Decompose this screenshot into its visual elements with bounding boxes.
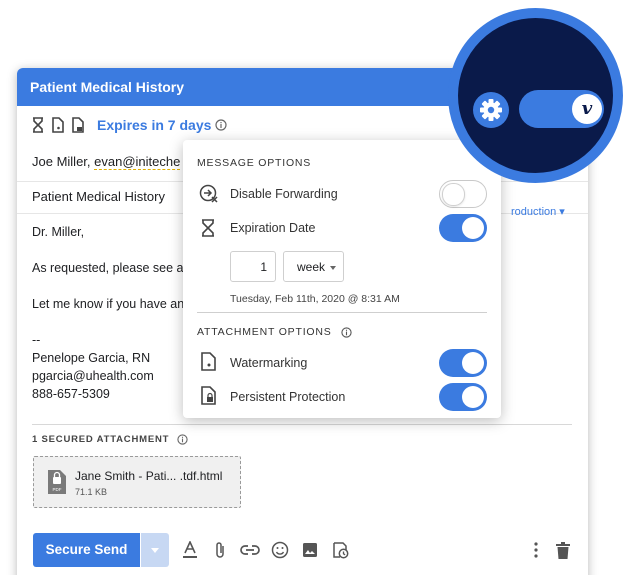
- send-options-dropdown[interactable]: [141, 533, 169, 567]
- attachment-options-label: ATTACHMENT OPTIONS: [197, 326, 332, 338]
- persistent-protection-label: Persistent Protection: [230, 390, 346, 404]
- security-status-row: Expires in 7 days: [31, 116, 228, 134]
- schedule-icon[interactable]: [330, 540, 350, 560]
- virtru-logo-knob: v: [572, 94, 602, 124]
- recipient-name: Joe Miller,: [32, 154, 95, 169]
- pdf-file-icon: PDF: [48, 470, 66, 494]
- disable-forwarding-label: Disable Forwarding: [230, 187, 338, 201]
- attachment-options-header: ATTACHMENT OPTIONS: [197, 326, 352, 338]
- persistent-protection-toggle[interactable]: [439, 383, 487, 411]
- signature-name: Penelope Garcia, RN: [32, 351, 151, 365]
- info-icon[interactable]: [177, 434, 188, 445]
- more-vert-icon[interactable]: [526, 540, 546, 560]
- virtru-protection-toggle[interactable]: v: [519, 90, 604, 128]
- expiration-unit-select[interactable]: week: [283, 251, 344, 282]
- popup-divider: [197, 312, 487, 313]
- info-icon[interactable]: [215, 119, 228, 131]
- toggle-knob: [462, 386, 484, 408]
- attachment-name: Jane Smith - Pati... .tdf.html: [75, 469, 223, 483]
- no-forward-icon: [199, 184, 218, 203]
- body-line: Let me know if you have an: [32, 297, 185, 311]
- hourglass-icon: [202, 219, 214, 237]
- pdf-type-label: PDF: [53, 487, 62, 492]
- expiration-amount-input[interactable]: 1: [230, 251, 276, 282]
- secure-send-button[interactable]: Secure Send: [33, 533, 140, 567]
- file-lock-icon: [201, 386, 216, 405]
- attachments-label: 1 SECURED ATTACHMENT: [32, 434, 170, 445]
- toggle-knob: [462, 217, 484, 239]
- signature-email: pgarcia@uhealth.com: [32, 369, 154, 383]
- info-icon[interactable]: [340, 326, 352, 338]
- introduction-link[interactable]: roduction ▾: [511, 205, 565, 218]
- trash-icon[interactable]: [553, 540, 573, 560]
- security-options-popup: MESSAGE OPTIONS Disable Forwarding Expir…: [183, 140, 501, 418]
- hourglass-icon[interactable]: [31, 117, 45, 133]
- signature-phone: 888-657-5309: [32, 387, 110, 401]
- expiration-date-label: Expiration Date: [230, 221, 316, 235]
- emoji-icon[interactable]: [270, 540, 290, 560]
- attachment-chip[interactable]: PDF Jane Smith - Pati... .tdf.html 71.1 …: [33, 456, 241, 508]
- expiration-unit-value: week: [297, 260, 326, 274]
- watermarking-label: Watermarking: [230, 356, 308, 370]
- attachments-header: 1 SECURED ATTACHMENT: [32, 434, 188, 445]
- attachment-divider: [32, 424, 572, 425]
- disable-forwarding-toggle[interactable]: [439, 180, 487, 208]
- gear-icon[interactable]: [472, 91, 510, 129]
- expiration-date-text: Tuesday, Feb 11th, 2020 @ 8:31 AM: [230, 293, 400, 305]
- body-greeting: Dr. Miller,: [32, 225, 85, 239]
- recipient-email: evan@initeche: [94, 154, 181, 170]
- expiration-date-toggle[interactable]: [439, 214, 487, 242]
- chevron-down-icon: [330, 266, 336, 270]
- toggle-knob: [442, 182, 465, 206]
- text-format-icon[interactable]: [180, 540, 200, 560]
- message-options-header: MESSAGE OPTIONS: [197, 157, 312, 169]
- body-line: As requested, please see at: [32, 261, 187, 275]
- signature-dash: --: [32, 333, 41, 347]
- attach-icon[interactable]: [210, 540, 230, 560]
- zoom-callout: v: [448, 8, 623, 183]
- file-lock-icon[interactable]: [71, 117, 85, 133]
- link-icon[interactable]: [240, 540, 260, 560]
- image-icon[interactable]: [300, 540, 320, 560]
- toggle-knob: [462, 352, 484, 374]
- file-watermark-icon: [201, 352, 216, 371]
- watermarking-toggle[interactable]: [439, 349, 487, 377]
- file-watermark-icon[interactable]: [51, 117, 65, 133]
- attachment-size: 71.1 KB: [75, 487, 108, 497]
- expires-status[interactable]: Expires in 7 days: [97, 117, 211, 133]
